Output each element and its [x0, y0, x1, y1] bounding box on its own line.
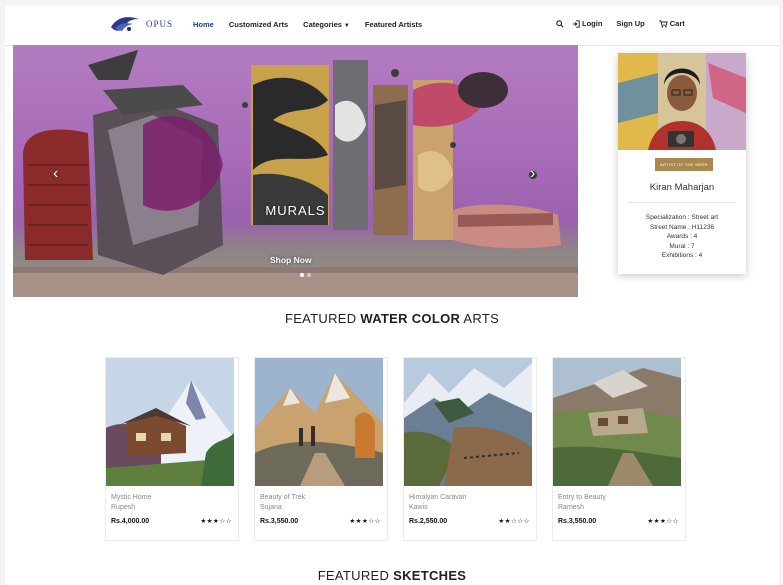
page: OPUS Home Customized Arts Categories ▼ Fe… — [5, 5, 779, 585]
product-price: Rs.4,000.00 — [111, 518, 150, 525]
painting-mystic-home — [106, 358, 234, 486]
nav-home[interactable]: Home — [193, 20, 214, 29]
product-title[interactable]: Himalyan Caravan — [409, 494, 467, 501]
section-title-suffix: ARTS — [460, 311, 500, 326]
logo-brush-icon — [111, 17, 139, 31]
rating-stars: ★★★☆☆ — [349, 518, 381, 525]
nav-links: Home Customized Arts Categories ▼ Feature… — [193, 20, 422, 29]
artist-of-the-week-card: ARTIST OF THE WEEK Kiran Maharjan Specia… — [618, 53, 746, 274]
section-title-prefix: FEATURED — [284, 311, 361, 326]
nav-categories[interactable]: Categories ▼ — [303, 20, 350, 29]
product-artist: Ramesh — [558, 504, 585, 511]
nav-featured-artists[interactable]: Featured Artists — [365, 20, 422, 29]
section-title-bold: WATER COLOR — [360, 311, 461, 326]
carousel-next-button[interactable]: › — [530, 165, 535, 183]
product-price: Rs.3,550.00 — [260, 518, 299, 525]
logo[interactable]: OPUS — [109, 13, 173, 35]
artist-mural: Mural : 7 — [669, 242, 695, 250]
cart-icon — [658, 19, 668, 28]
product-image[interactable] — [106, 358, 234, 486]
search-icon — [556, 19, 564, 28]
navbar: OPUS Home Customized Arts Categories ▼ Fe… — [5, 5, 779, 46]
nav-actions: Login Sign Up Cart — [556, 19, 685, 28]
login-icon — [572, 19, 580, 28]
product-artist: Rupesh — [111, 504, 136, 511]
hero-carousel: ‹ › MURALS Shop Now — [13, 45, 578, 297]
product-title[interactable]: Mystic Home — [111, 494, 151, 501]
section-title-bold: SKETCHES — [393, 568, 467, 583]
painting-entry-to-beauty — [553, 358, 681, 486]
artist-portrait — [618, 53, 746, 150]
logo-text: OPUS — [146, 19, 174, 29]
product-card[interactable]: Mystic Home Rupesh Rs.4,000.00 ★★★☆☆ — [105, 357, 239, 541]
rating-stars: ★★★☆☆ — [200, 518, 232, 525]
divider — [628, 202, 736, 203]
product-price: Rs.2,550.00 — [409, 518, 448, 525]
product-grid: Mystic Home Rupesh Rs.4,000.00 ★★★☆☆ Bea… — [105, 357, 686, 541]
signup-link[interactable]: Sign Up — [616, 19, 644, 28]
artist-badge: ARTIST OF THE WEEK — [655, 158, 713, 171]
search-button[interactable] — [556, 19, 564, 28]
product-card[interactable]: Entry to Beauty Ramesh Rs.3,550.00 ★★★☆☆ — [552, 357, 686, 541]
artist-street-name: Street Name : H11236 — [649, 223, 715, 231]
artist-name[interactable]: Kiran Maharjan — [618, 182, 746, 193]
product-title[interactable]: Entry to Beauty — [558, 494, 606, 501]
login-link[interactable]: Login — [572, 19, 602, 28]
hero-caption: MURALS — [265, 203, 326, 218]
cart-link[interactable]: Cart — [658, 19, 685, 28]
artist-photo — [618, 53, 746, 150]
signup-label: Sign Up — [616, 19, 645, 28]
artist-specialization: Specialization : Street art — [645, 214, 719, 221]
section-title-watercolor: FEATURED WATER COLOR ARTS — [5, 311, 779, 326]
product-artist: Sujana — [260, 504, 282, 511]
artist-awards: Awards : 4 — [666, 233, 698, 240]
nav-categories-label: Categories — [303, 20, 342, 29]
product-artist: Kawis — [409, 504, 428, 511]
nav-customized-arts[interactable]: Customized Arts — [229, 20, 288, 29]
artist-exhibitions: Exhibitions : 4 — [661, 252, 703, 259]
product-image[interactable] — [404, 358, 532, 486]
artist-details: Specialization : Street art Street Name … — [618, 213, 746, 261]
carousel-prev-button[interactable]: ‹ — [53, 165, 58, 183]
rating-stars: ★★★☆☆ — [647, 518, 679, 525]
carousel-dot[interactable] — [307, 273, 311, 277]
product-image[interactable] — [255, 358, 383, 486]
painting-beauty-of-trek — [255, 358, 383, 486]
carousel-indicators — [300, 273, 311, 277]
cart-label: Cart — [669, 19, 685, 28]
product-price: Rs.3,550.00 — [558, 518, 597, 525]
section-title-sketches: FEATURED SKETCHES — [5, 568, 779, 583]
carousel-dot[interactable] — [300, 273, 304, 277]
login-label: Login — [582, 19, 603, 28]
section-title-prefix: FEATURED — [317, 568, 394, 583]
product-image[interactable] — [553, 358, 681, 486]
product-card[interactable]: Beauty of Trek Sujana Rs.3,550.00 ★★★☆☆ — [254, 357, 388, 541]
painting-himalyan-caravan — [404, 358, 532, 486]
rating-stars: ★★☆☆☆ — [498, 518, 530, 525]
shop-now-button[interactable]: Shop Now — [270, 255, 312, 265]
chevron-down-icon: ▼ — [343, 23, 350, 29]
product-title[interactable]: Beauty of Trek — [260, 494, 305, 501]
product-card[interactable]: Himalyan Caravan Kawis Rs.2,550.00 ★★☆☆☆ — [403, 357, 537, 541]
